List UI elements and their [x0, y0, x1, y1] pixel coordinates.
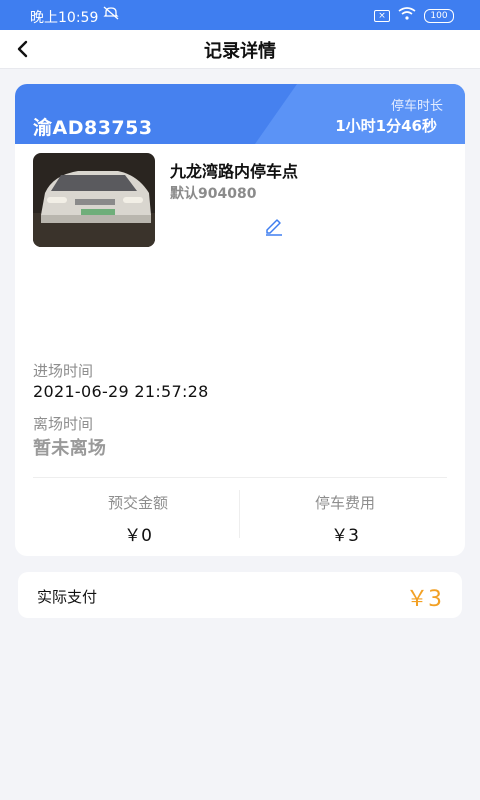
status-bar: 晚上10:59 × 100 — [0, 0, 480, 30]
parking-fee-value: ￥3 — [331, 526, 359, 546]
prepaid-amount: 预交金额 ￥0 — [33, 492, 243, 546]
mute-icon — [103, 6, 119, 24]
no-sim-icon: × — [374, 9, 390, 22]
entry-time-value: 2021-06-29 21:57:28 — [33, 382, 209, 401]
status-time: 晚上10:59 — [30, 10, 99, 26]
divider — [33, 477, 447, 478]
parking-lot-code: 默认904080 — [170, 186, 257, 202]
page-title: 记录详情 — [204, 41, 276, 62]
entry-time-label: 进场时间 — [33, 362, 94, 380]
exit-time-label: 离场时间 — [33, 415, 94, 433]
status-icons: × 100 — [374, 7, 454, 24]
car-photo — [33, 153, 155, 247]
battery-icon: 100 — [424, 8, 454, 23]
parking-fee-label: 停车费用 — [314, 494, 375, 512]
prepaid-value: ￥0 — [124, 526, 152, 546]
record-card-header: 渝AD83753 停车时长 1小时1分46秒 — [15, 84, 465, 144]
actual-payment-value: ￥3 — [406, 587, 442, 612]
duration-label: 停车时长 — [390, 99, 443, 114]
wifi-icon — [398, 7, 416, 24]
edit-button[interactable] — [262, 214, 286, 238]
edit-pencil-icon — [266, 219, 282, 236]
actual-payment-card: 实际支付 ￥3 — [18, 572, 462, 618]
record-card: 渝AD83753 停车时长 1小时1分46秒 九龙湾路内停车点 默认904080… — [15, 84, 465, 556]
plate-number: 渝AD83753 — [33, 117, 153, 139]
parking-lot-name: 九龙湾路内停车点 — [170, 162, 299, 181]
exit-status-value: 暂未离场 — [33, 438, 107, 459]
duration-value: 1小时1分46秒 — [335, 117, 437, 135]
nav-bar: 记录详情 — [0, 30, 480, 69]
actual-payment-label: 实际支付 — [37, 588, 98, 606]
parking-fee: 停车费用 ￥3 — [240, 492, 450, 546]
prepaid-label: 预交金额 — [107, 494, 168, 512]
